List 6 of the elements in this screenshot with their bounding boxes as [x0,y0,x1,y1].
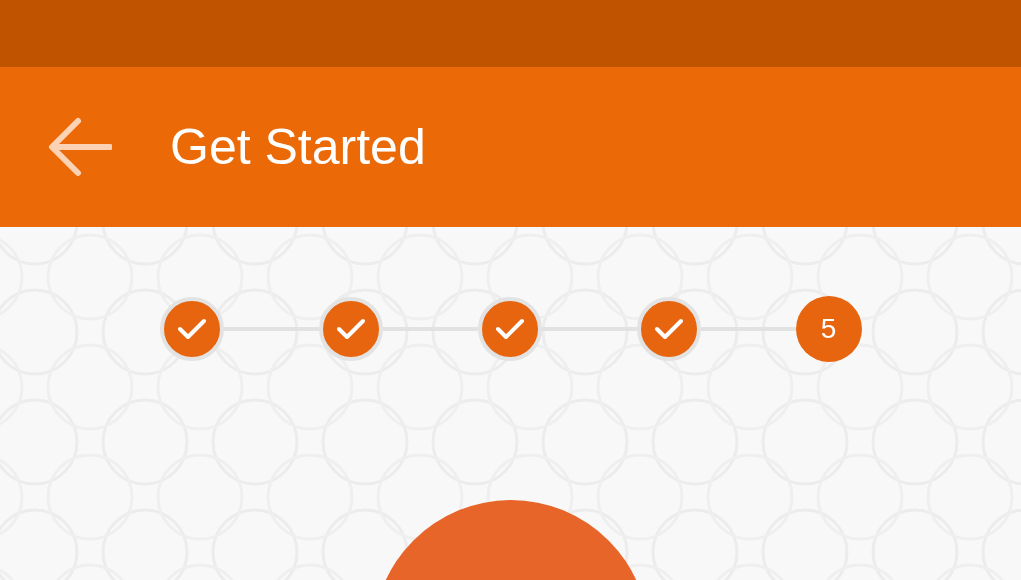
checkmark-icon [176,317,207,341]
checkmark-icon [653,317,684,341]
checkmark-icon [335,317,366,341]
checkmark-icon [494,317,525,341]
screen-title: Get Started [170,118,426,176]
back-icon[interactable] [48,117,112,177]
